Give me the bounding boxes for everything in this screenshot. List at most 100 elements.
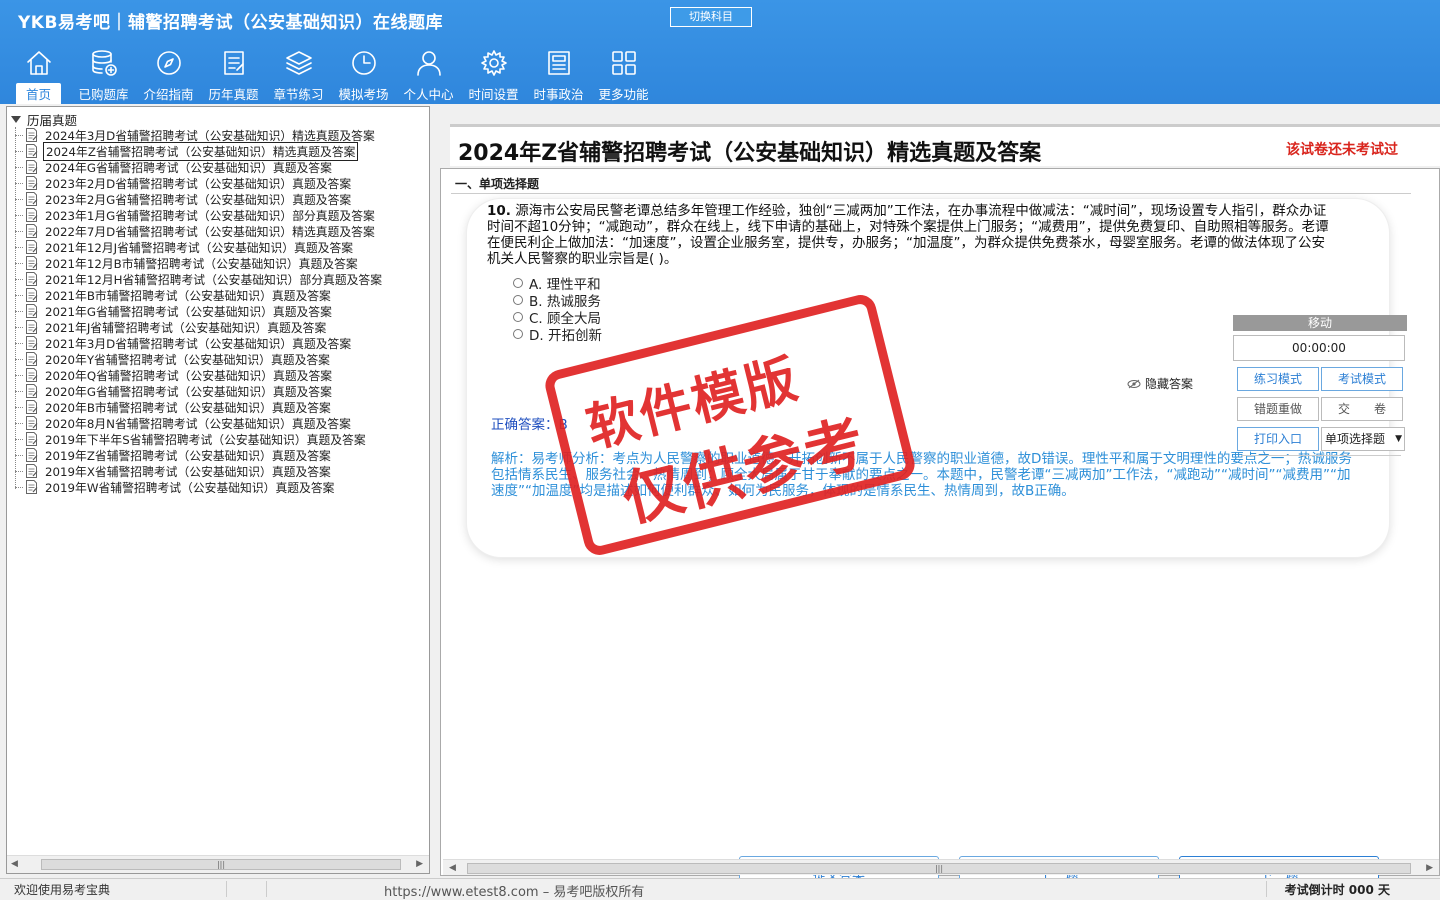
toolbar-chapter-practice[interactable]: 章节练习 [266, 46, 331, 104]
tree-item-label: 2020年Q省辅警招聘考试（公安基础知识）真题及答案 [45, 368, 333, 383]
tree-item-label: 2019年Z省辅警招聘考试（公安基础知识）真题及答案 [45, 448, 331, 463]
tree-branch-line [15, 182, 23, 184]
tree-item[interactable]: 2020年8月N省辅警招聘考试（公安基础知识）真题及答案 [15, 415, 353, 431]
status-divider [266, 881, 267, 897]
tree-item[interactable]: 2024年G省辅警招聘考试（公安基础知识）真题及答案 [15, 159, 334, 175]
tree-item[interactable]: 2021年12月H省辅警招聘考试（公安基础知识）部分真题及答案 [15, 271, 384, 287]
toolbar-more[interactable]: 更多功能 [591, 46, 656, 104]
move-handle[interactable]: 移动 [1233, 315, 1407, 331]
practice-mode-button[interactable]: 练习模式 [1237, 367, 1319, 391]
toolbar-label: 历年真题 [208, 87, 259, 102]
scroll-left-arrow-icon[interactable]: ◀ [449, 863, 456, 873]
switch-subject-button[interactable]: 切换科目 [670, 7, 752, 27]
tree-item[interactable]: 2019年W省辅警招聘考试（公安基础知识）真题及答案 [15, 479, 336, 495]
question-type-value: 单项选择题 [1325, 432, 1386, 446]
toolbar-past-papers[interactable]: 历年真题 [201, 46, 266, 104]
tree-branch-line [15, 438, 23, 440]
clock-icon [347, 46, 381, 80]
tree-item[interactable]: 2023年1月G省辅警招聘考试（公安基础知识）部分真题及答案 [15, 207, 377, 223]
tree-root[interactable]: 历届真题 [11, 111, 77, 128]
toolbar-guide[interactable]: 介绍指南 [136, 46, 201, 104]
radio-button[interactable] [513, 278, 523, 288]
toolbar-label: 个人中心 [403, 87, 454, 102]
tree-branch-line [15, 486, 23, 488]
tree-item[interactable]: 2024年Z省辅警招聘考试（公安基础知识）精选真题及答案 [15, 141, 359, 161]
tree-item[interactable]: 2020年B市辅警招聘考试（公安基础知识）真题及答案 [15, 399, 333, 415]
tree-item-label: 2021年3月D省辅警招聘考试（公安基础知识）真题及答案 [45, 336, 352, 351]
scroll-right-arrow-icon[interactable]: ▶ [416, 859, 423, 869]
scroll-left-arrow-icon[interactable]: ◀ [11, 859, 18, 869]
toolbar-time-settings[interactable]: 时间设置 [461, 46, 526, 104]
tree-item[interactable]: 2021年J省辅警招聘考试（公安基础知识）真题及答案 [15, 319, 328, 335]
document-edit-icon [25, 480, 38, 494]
scroll-right-arrow-icon[interactable]: ▶ [1426, 863, 1433, 873]
document-edit-icon [25, 432, 38, 446]
document-list-icon [217, 46, 251, 80]
print-entry-button[interactable]: 打印入口 [1237, 427, 1319, 451]
tree-item[interactable]: 2021年12月J省辅警招聘考试（公安基础知识）真题及答案 [15, 239, 355, 255]
radio-button[interactable] [513, 312, 523, 322]
toolbar-mock-exam[interactable]: 模拟考场 [331, 46, 396, 104]
tree-item[interactable]: 2023年2月D省辅警招聘考试（公安基础知识）真题及答案 [15, 175, 353, 191]
tree-item[interactable]: 2023年2月G省辅警招聘考试（公安基础知识）真题及答案 [15, 191, 353, 207]
document-edit-icon [25, 272, 38, 286]
document-edit-icon [25, 384, 38, 398]
exam-control-panel: 移动 00:00:00 练习模式 考试模式 错题重做 交 卷 打印入口 单项选择… [1233, 315, 1407, 465]
radio-button[interactable] [513, 329, 523, 339]
hide-answer-toggle[interactable]: 隐藏答案 [1127, 375, 1193, 392]
question-type-select[interactable]: 单项选择题 ▼ [1321, 427, 1405, 451]
exam-status-label: 该试卷还未考试过 [1286, 142, 1398, 158]
option-d[interactable]: D. 开拓创新 [513, 324, 602, 344]
hide-answer-label: 隐藏答案 [1145, 377, 1194, 391]
redo-wrong-button[interactable]: 错题重做 [1237, 397, 1319, 421]
tree-item[interactable]: 2022年7月D省辅警招聘考试（公安基础知识）精选真题及答案 [15, 223, 377, 239]
document-edit-icon [25, 288, 38, 302]
tree-item[interactable]: 2019年Z省辅警招聘考试（公安基础知识）真题及答案 [15, 447, 333, 463]
toolbar-current-affairs[interactable]: 时事政治 [526, 46, 591, 104]
dropdown-arrow-icon[interactable]: ▼ [1395, 428, 1402, 450]
tree-item[interactable]: 2019年下半年S省辅警招聘考试（公安基础知识）真题及答案 [15, 431, 368, 447]
question-text: 10. 源海市公安局民警老谭总结多年管理工作经验，独创“三减两加”工作法，在办事… [487, 203, 1329, 267]
document-edit-icon [25, 368, 38, 382]
grid-icon [607, 46, 641, 80]
user-icon [412, 46, 446, 80]
compass-icon [152, 46, 186, 80]
radio-button[interactable] [513, 295, 523, 305]
tree-branch-line [15, 342, 23, 344]
tree-item[interactable]: 2020年Y省辅警招聘考试（公安基础知识）真题及答案 [15, 351, 332, 367]
toolbar-purchased[interactable]: 已购题库 [71, 46, 136, 104]
paper-tree-panel: 历届真题 2024年3月D省辅警招聘考试（公安基础知识）精选真题及答案 2024年… [6, 106, 430, 874]
left-horizontal-scrollbar[interactable]: ◀ ||| ▶ [7, 855, 429, 873]
tree-item-label: 2021年J省辅警招聘考试（公安基础知识）真题及答案 [45, 320, 327, 335]
toolbar-label: 模拟考场 [338, 87, 389, 102]
tree-item[interactable]: 2019年X省辅警招聘考试（公安基础知识）真题及答案 [15, 463, 333, 479]
tree-branch-line [15, 406, 23, 408]
expand-triangle-icon[interactable] [11, 115, 21, 123]
tree-item[interactable]: 2020年G省辅警招聘考试（公安基础知识）真题及答案 [15, 383, 334, 399]
tree-item[interactable]: 2021年3月D省辅警招聘考试（公安基础知识）真题及答案 [15, 335, 353, 351]
exam-mode-button[interactable]: 考试模式 [1321, 367, 1403, 391]
scroll-thumb[interactable]: ||| [41, 859, 401, 870]
control-panel-scrollbar[interactable] [1241, 455, 1401, 463]
toolbar-home[interactable]: 首页 [6, 46, 71, 104]
tree-item-label: 2020年G省辅警招聘考试（公安基础知识）真题及答案 [45, 384, 332, 399]
document-edit-icon [25, 192, 38, 206]
tree-item-label: 2021年12月B市辅警招聘考试（公安基础知识）真题及答案 [45, 256, 358, 271]
tree-branch-line [15, 310, 23, 312]
submit-paper-button[interactable]: 交 卷 [1321, 397, 1403, 421]
tree-item[interactable]: 2021年G省辅警招聘考试（公安基础知识）真题及答案 [15, 303, 334, 319]
paper-tree: 历届真题 2024年3月D省辅警招聘考试（公安基础知识）精选真题及答案 2024年… [7, 107, 429, 855]
status-countdown: 考试倒计时 000 天 [1284, 883, 1390, 897]
tree-item[interactable]: 2021年12月B市辅警招聘考试（公安基础知识）真题及答案 [15, 255, 360, 271]
toolbar-label: 更多功能 [598, 87, 649, 102]
tree-item[interactable]: 2021年B市辅警招聘考试（公安基础知识）真题及答案 [15, 287, 333, 303]
tree-item-label: 2023年2月G省辅警招聘考试（公安基础知识）真题及答案 [45, 192, 352, 207]
eye-slash-icon [1127, 379, 1141, 388]
tree-branch-line [15, 262, 23, 264]
scroll-thumb[interactable]: ||| [467, 863, 1411, 874]
newspaper-icon [542, 46, 576, 80]
tree-item[interactable]: 2020年Q省辅警招聘考试（公安基础知识）真题及答案 [15, 367, 334, 383]
right-horizontal-scrollbar[interactable]: ◀ ||| ▶ [443, 859, 1439, 875]
main-toolbar: 首页 已购题库 介绍指南 历年真题 章节练习 模拟考场 个人中心 时间设置 时事… [6, 46, 656, 104]
toolbar-user-center[interactable]: 个人中心 [396, 46, 461, 104]
